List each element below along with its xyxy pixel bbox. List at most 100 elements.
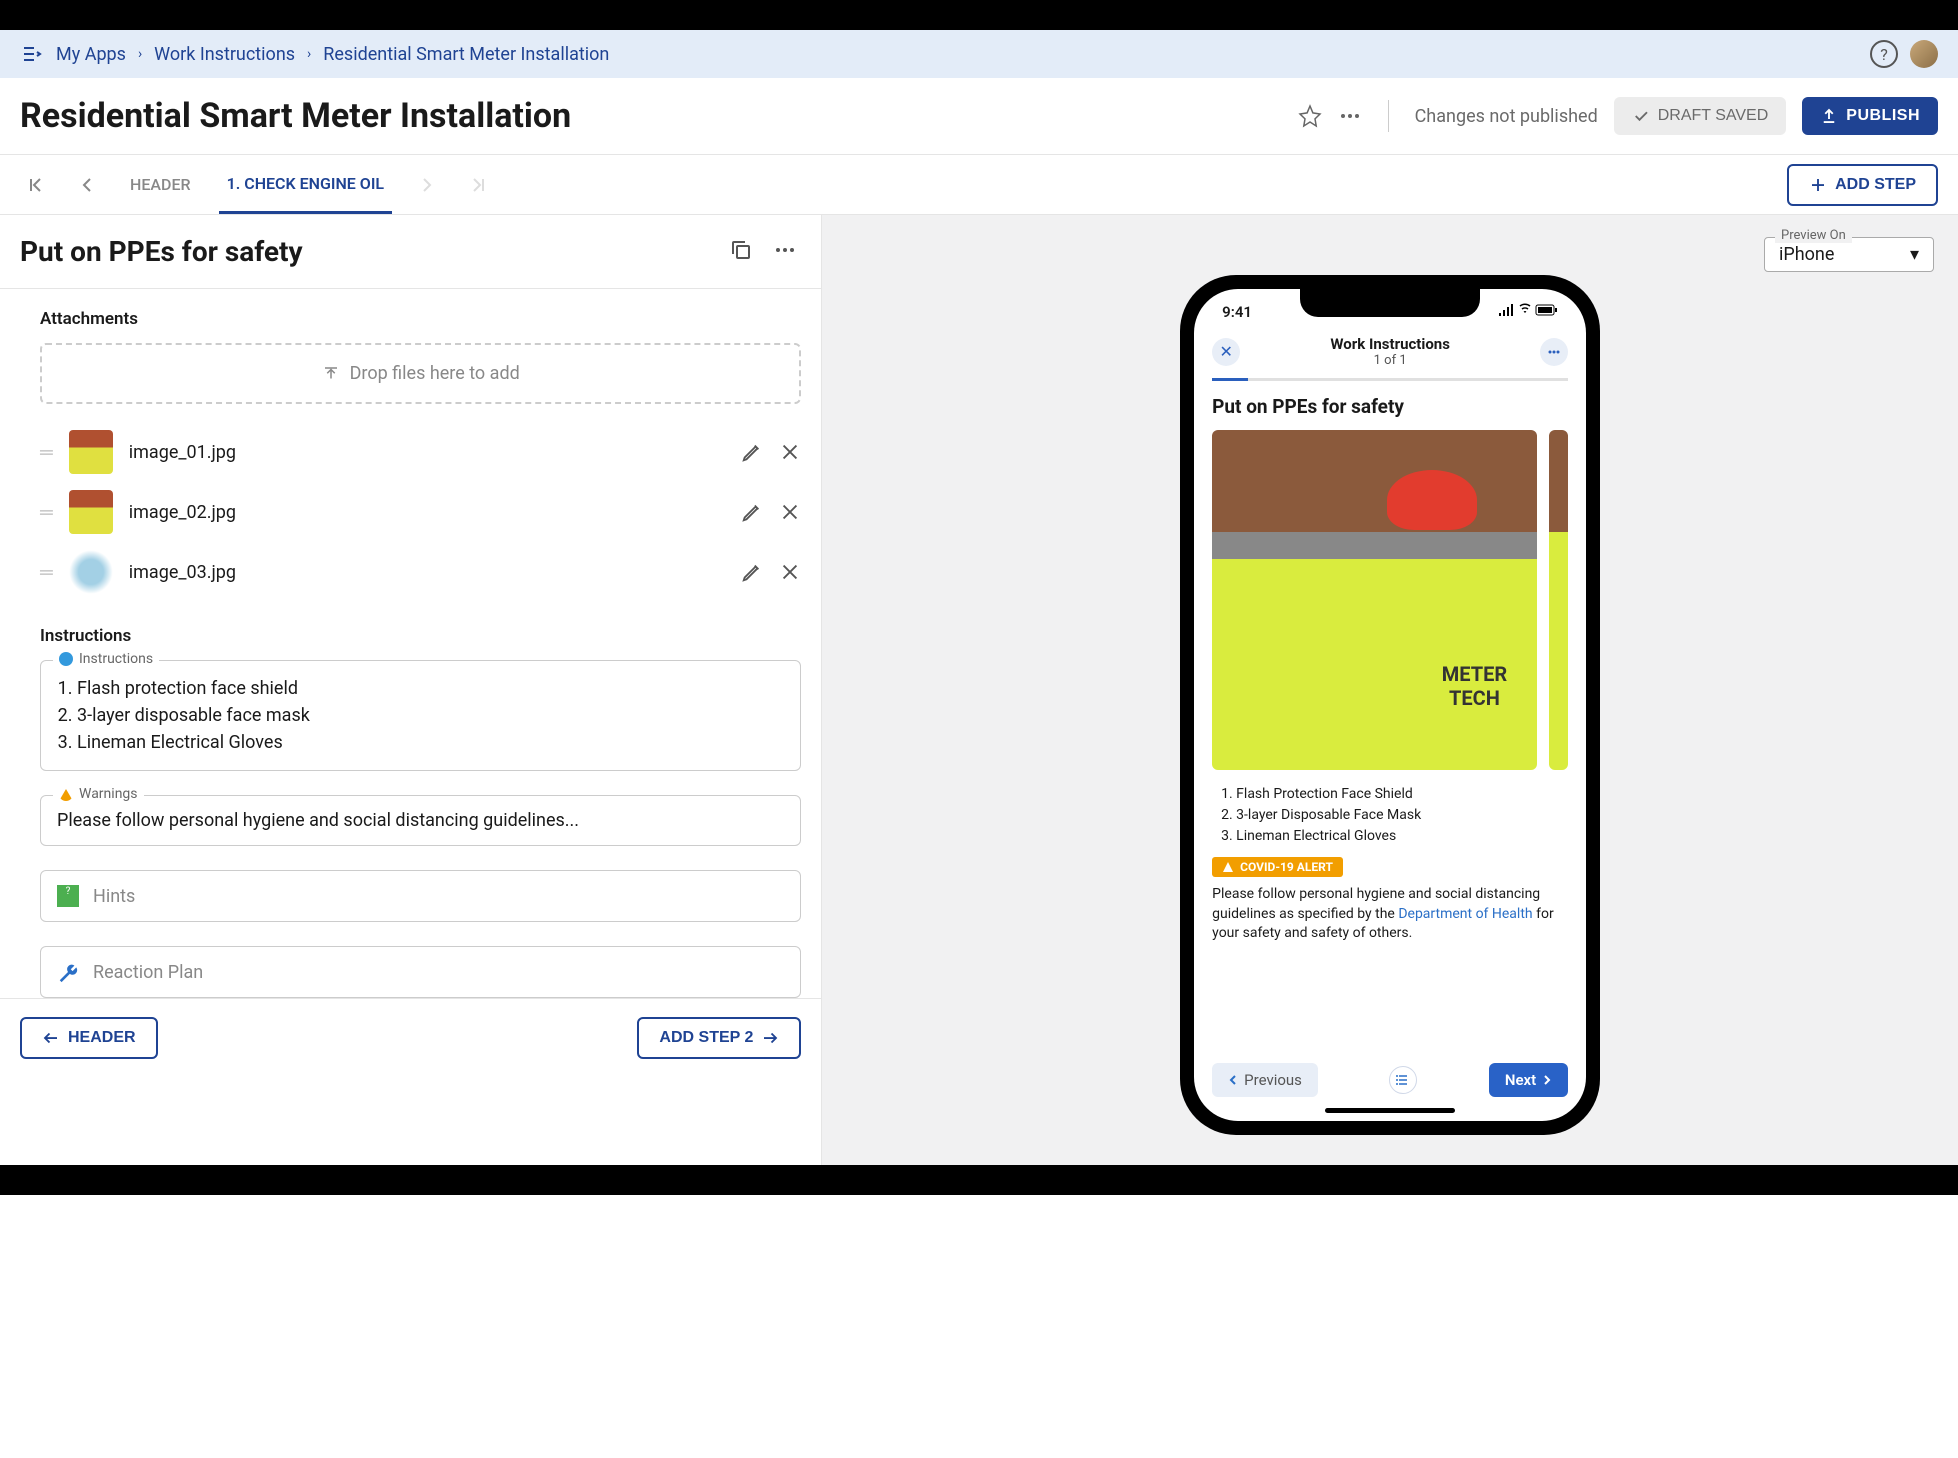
instructions-field-label: Instructions — [53, 651, 159, 667]
tabs-next-icon[interactable] — [412, 178, 442, 192]
publish-button[interactable]: PUBLISH — [1802, 97, 1938, 135]
help-icon[interactable]: ? — [1870, 40, 1898, 68]
tab-header[interactable]: HEADER — [122, 157, 199, 212]
phone-list-icon[interactable] — [1389, 1066, 1417, 1094]
step-title-bar: Put on PPEs for safety — [0, 215, 821, 289]
breadcrumb-separator: › — [307, 46, 311, 62]
attachment-row: ═ image_01.jpg — [40, 422, 801, 482]
copy-icon[interactable] — [729, 238, 757, 266]
divider — [1388, 100, 1389, 132]
breadcrumb-current[interactable]: Residential Smart Meter Installation — [323, 44, 609, 65]
plus-icon — [1809, 176, 1827, 194]
warning-icon — [1222, 861, 1234, 873]
reaction-plan-field[interactable]: Reaction Plan — [40, 946, 801, 998]
delete-icon[interactable] — [779, 501, 801, 523]
step-more-icon[interactable] — [773, 238, 801, 266]
breadcrumb-work-instructions[interactable]: Work Instructions — [154, 44, 295, 65]
favorite-icon[interactable] — [1298, 104, 1322, 128]
instructions-field[interactable]: Instructions Flash protection face shiel… — [40, 660, 801, 771]
chevron-left-icon — [1228, 1075, 1238, 1085]
phone-close-icon[interactable]: ✕ — [1212, 338, 1240, 366]
nav-next-button[interactable]: ADD STEP 2 — [637, 1017, 801, 1059]
phone-header-subtitle: 1 of 1 — [1330, 353, 1450, 368]
tabs-first-icon[interactable] — [20, 177, 52, 193]
delete-icon[interactable] — [779, 441, 801, 463]
editor-panel: Put on PPEs for safety Attachments Drop … — [0, 215, 822, 1165]
chevron-right-icon — [1542, 1075, 1552, 1085]
add-step-button[interactable]: ADD STEP — [1787, 164, 1938, 206]
attachments-label: Attachments — [40, 309, 801, 329]
instruction-item: 3-layer disposable face mask — [77, 702, 784, 729]
breadcrumb-my-apps[interactable]: My Apps — [56, 44, 126, 65]
step-title: Put on PPEs for safety — [20, 235, 713, 268]
more-menu-icon[interactable] — [1338, 104, 1362, 128]
phone-time: 9:41 — [1222, 303, 1252, 321]
dept-health-link[interactable]: Department of Health — [1398, 906, 1532, 922]
top-black-bar — [0, 0, 1958, 30]
tabs-prev-icon[interactable] — [72, 178, 102, 192]
attachment-name: image_02.jpg — [129, 502, 726, 523]
edit-icon[interactable] — [741, 561, 763, 583]
hints-icon: ? — [57, 885, 79, 907]
covid-alert-badge: COVID-19 ALERT — [1212, 857, 1343, 877]
wrench-icon — [57, 961, 79, 983]
edit-icon[interactable] — [741, 441, 763, 463]
phone-header: ✕ Work Instructions 1 of 1 — [1194, 327, 1586, 378]
phone-more-icon[interactable] — [1540, 338, 1568, 366]
phone-prev-button[interactable]: Previous — [1212, 1063, 1318, 1097]
arrow-left-icon — [42, 1029, 60, 1047]
dropzone[interactable]: Drop files here to add — [40, 343, 801, 404]
drag-handle-icon[interactable]: ═ — [40, 562, 53, 583]
check-icon — [1632, 107, 1650, 125]
preview-device-select[interactable]: Preview On iPhone▾ — [1764, 237, 1934, 272]
hints-placeholder: Hints — [93, 886, 135, 907]
drag-handle-icon[interactable]: ═ — [40, 442, 53, 463]
phone-instruction-item: 3-layer Disposable Face Mask — [1236, 805, 1568, 826]
reaction-plan-placeholder: Reaction Plan — [93, 962, 203, 983]
attachment-thumbnail[interactable] — [69, 550, 113, 594]
warnings-field-label: Warnings — [53, 786, 144, 802]
phone-step-image-next[interactable] — [1549, 430, 1568, 770]
tab-step-1[interactable]: 1. CHECK ENGINE OIL — [219, 156, 393, 214]
phone-notch — [1300, 289, 1480, 317]
hints-field[interactable]: ? Hints — [40, 870, 801, 922]
page-title: Residential Smart Meter Installation — [20, 96, 571, 136]
drag-handle-icon[interactable]: ═ — [40, 502, 53, 523]
phone-step-title: Put on PPEs for safety — [1212, 395, 1568, 418]
warnings-text: Please follow personal hygiene and socia… — [57, 810, 784, 831]
preview-panel: Preview On iPhone▾ 9:41 ✕ Work Instructi… — [822, 215, 1958, 1165]
user-avatar[interactable] — [1910, 40, 1938, 68]
attachment-row: ═ image_02.jpg — [40, 482, 801, 542]
phone-guideline-text: Please follow personal hygiene and socia… — [1212, 885, 1568, 944]
attachment-thumbnail[interactable] — [69, 430, 113, 474]
instructions-section-label: Instructions — [40, 626, 801, 646]
warnings-field[interactable]: Warnings Please follow personal hygiene … — [40, 795, 801, 846]
attachment-row: ═ image_03.jpg — [40, 542, 801, 602]
attachment-thumbnail[interactable] — [69, 490, 113, 534]
breadcrumb-separator: › — [138, 46, 142, 62]
delete-icon[interactable] — [779, 561, 801, 583]
title-bar: Residential Smart Meter Installation Cha… — [0, 78, 1958, 155]
phone-next-button[interactable]: Next — [1489, 1063, 1568, 1097]
draft-saved-button[interactable]: DRAFT SAVED — [1614, 97, 1787, 135]
instruction-item: Lineman Electrical Gloves — [77, 729, 784, 756]
instruction-item: Flash protection face shield — [77, 675, 784, 702]
tabs-bar: HEADER 1. CHECK ENGINE OIL ADD STEP — [0, 155, 1958, 215]
info-icon — [59, 652, 73, 666]
attachment-name: image_03.jpg — [129, 562, 726, 583]
warning-icon — [59, 787, 73, 801]
menu-toggle-button[interactable] — [20, 42, 44, 66]
nav-prev-button[interactable]: HEADER — [20, 1017, 158, 1059]
bottom-black-bar — [0, 1165, 1958, 1195]
edit-icon[interactable] — [741, 501, 763, 523]
publish-status: Changes not published — [1415, 106, 1598, 127]
phone-mockup: 9:41 ✕ Work Instructions 1 of 1 — [1180, 275, 1600, 1135]
phone-body: Put on PPEs for safety METERTECH Flash P… — [1194, 381, 1586, 1051]
phone-home-indicator — [1325, 1108, 1455, 1113]
breadcrumb-bar: My Apps › Work Instructions › Residentia… — [0, 30, 1958, 78]
tabs-last-icon[interactable] — [462, 177, 494, 193]
form-body: Attachments Drop files here to add ═ ima… — [0, 289, 821, 998]
preview-select-label: Preview On — [1775, 228, 1852, 243]
phone-step-image[interactable]: METERTECH — [1212, 430, 1537, 770]
bottom-nav: HEADER ADD STEP 2 — [0, 998, 821, 1077]
